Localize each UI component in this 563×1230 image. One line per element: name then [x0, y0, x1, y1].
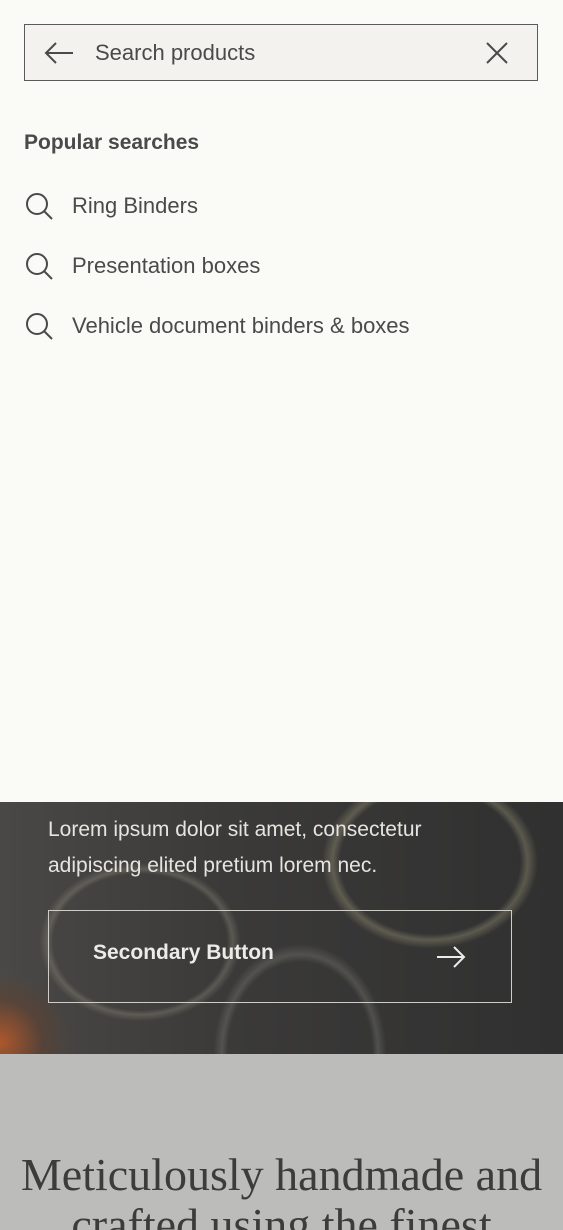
search-input[interactable] — [95, 33, 475, 73]
search-overlay: Popular searches Ring Binders Presentati… — [0, 0, 563, 802]
search-icon — [26, 193, 53, 220]
popular-searches-list: Ring Binders Presentation boxes Vehicle … — [24, 186, 410, 366]
secondary-button-label: Secondary Button — [93, 941, 274, 964]
popular-search-item[interactable]: Presentation boxes — [24, 246, 410, 306]
popular-search-item[interactable]: Vehicle document binders & boxes — [24, 306, 410, 366]
arrow-left-icon[interactable] — [43, 40, 75, 66]
search-bar — [24, 24, 538, 81]
close-icon[interactable] — [485, 41, 509, 65]
tagline-section: Meticulously handmade and crafted using … — [0, 1054, 563, 1230]
popular-search-item[interactable]: Ring Binders — [24, 186, 410, 246]
popular-search-label: Ring Binders — [72, 193, 198, 218]
popular-search-label: Vehicle document binders & boxes — [72, 313, 410, 338]
search-icon — [26, 313, 53, 340]
hero-section: Lorem ipsum dolor sit amet, consectetur … — [0, 802, 563, 1054]
secondary-button[interactable]: Secondary Button — [48, 910, 512, 1003]
tagline-heading: Meticulously handmade and crafted using … — [20, 1149, 543, 1230]
search-icon — [26, 253, 53, 280]
popular-search-label: Presentation boxes — [72, 253, 261, 278]
popular-searches-heading: Popular searches — [24, 131, 200, 154]
arrow-right-icon — [437, 946, 466, 968]
hero-description: Lorem ipsum dolor sit amet, consectetur … — [48, 818, 422, 877]
